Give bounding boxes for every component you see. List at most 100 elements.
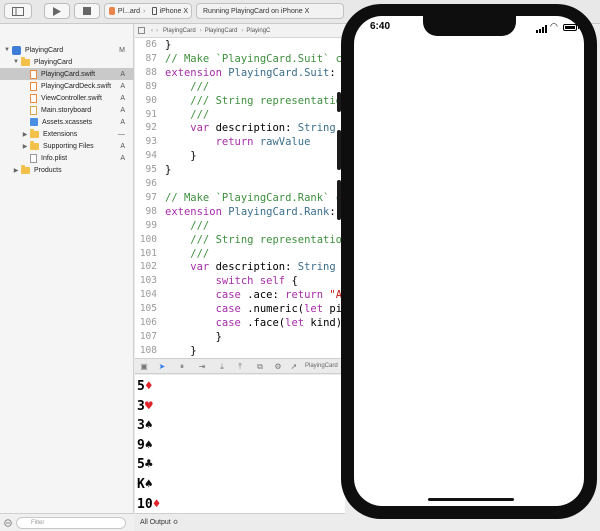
project-navigator: Filter ▼ PlayingCard M ▼ PlayingCard PlayingC… — [0, 24, 134, 531]
navigator-item[interactable]: ▼ PlayingCard M — [0, 44, 134, 56]
navigator-item[interactable]: Info.plist A — [0, 152, 134, 164]
disclosure-collapsed-icon[interactable]: ▶ — [12, 167, 20, 174]
disclosure-collapsed-icon[interactable]: ▶ — [21, 143, 29, 150]
pause-icon[interactable]: ⏸ — [177, 362, 187, 371]
navigator-item-label: Products — [34, 166, 62, 174]
code-line: 105 case .numeric(let pi — [135, 302, 345, 316]
disclosure-collapsed-icon[interactable]: ▶ — [21, 131, 29, 138]
step-out-icon[interactable]: ⤒ — [235, 362, 245, 371]
code-token: /// — [165, 108, 210, 121]
code-line: 86} — [135, 38, 345, 52]
jump-bar: ‹ › PlayingCard › PlayingCard › PlayingC — [135, 24, 345, 38]
folder-icon — [21, 56, 30, 66]
console-line: K♠ — [137, 475, 153, 495]
disclosure-expanded-icon[interactable]: ▼ — [12, 59, 20, 65]
console-line: 5♦ — [137, 377, 153, 397]
navigator-item[interactable]: ▶ Extensions — — [0, 128, 134, 140]
code-token: return — [285, 289, 330, 302]
navigator-item[interactable]: ▶ Products — [0, 164, 134, 176]
code-token: .face( — [247, 317, 286, 329]
card-rank: 5 — [137, 379, 145, 394]
console-line: 9♠ — [137, 436, 153, 456]
code-line: 99 /// — [135, 219, 345, 233]
jumpbar-crumb-folder[interactable]: PlayingCard — [205, 28, 238, 34]
code-token: /// — [165, 80, 210, 93]
code-line: 104 case .ace: return "A — [135, 288, 345, 302]
source-control-status: A — [120, 106, 125, 114]
forward-arrow-icon[interactable]: › — [156, 28, 158, 34]
jumpbar-crumb-project[interactable]: PlayingCard — [163, 28, 196, 34]
code-line: 96 — [135, 177, 345, 191]
line-number: 94 — [145, 150, 157, 162]
code-line: 94 } — [135, 149, 345, 163]
line-number: 105 — [139, 303, 157, 315]
card-suit: ♠ — [144, 418, 153, 434]
activity-status: Running PlayingCard on iPhone X — [196, 3, 344, 19]
code-line: 98 extension PlayingCard.Rank: — [135, 205, 345, 219]
asset-catalog-icon — [30, 118, 38, 126]
breakpoints-icon[interactable]: ➤ — [157, 362, 167, 371]
navigator-item[interactable]: PlayingCardDeck.swift A — [0, 80, 134, 92]
hide-debug-area-icon[interactable]: ▣ — [139, 362, 149, 371]
code-line: 102 var description: String — [135, 260, 345, 274]
source-editor[interactable]: 86} 87// Make `PlayingCard.Suit` c 88 exten… — [135, 38, 345, 358]
navigator-item[interactable]: Main.storyboard A — [0, 104, 134, 116]
navigator-item-label: PlayingCard.swift — [41, 70, 96, 78]
line-number: 101 — [139, 247, 157, 259]
code-token: description: — [215, 261, 298, 274]
line-number: 99 — [145, 219, 157, 231]
app-icon — [109, 7, 115, 15]
code-text: /// — [165, 80, 209, 94]
code-token: { — [291, 275, 298, 288]
scheme-selector[interactable]: Pl...ard › iPhone X — [104, 3, 192, 19]
line-number: 104 — [139, 289, 157, 301]
code-token: PlayingCard.Rank — [228, 205, 330, 218]
home-indicator[interactable] — [428, 498, 514, 501]
source-control-status: A — [120, 82, 125, 90]
step-over-icon[interactable]: ⇥ — [197, 362, 207, 371]
folder-icon — [30, 128, 39, 138]
code-token: switch self — [165, 275, 292, 288]
navigator-item[interactable]: ▼ PlayingCard — [0, 56, 134, 68]
code-token: : — [329, 66, 336, 79]
jumpbar-crumb-file[interactable]: PlayingC — [246, 28, 270, 34]
back-arrow-icon[interactable]: ‹ — [151, 28, 153, 34]
folder-icon — [21, 164, 30, 174]
memory-graph-icon[interactable]: ⚙ — [273, 362, 283, 371]
source-control-status: A — [120, 70, 125, 78]
code-token: return — [165, 136, 260, 149]
code-line: 101 /// — [135, 247, 345, 261]
navigator-item[interactable]: ▶ Supporting Files A — [0, 140, 134, 152]
code-token: case — [165, 303, 248, 316]
debug-bar: ▣ ➤ ⏸ ⇥ ⤓ ⤒ ⧉ ⚙ ➚ PlayingCard — [135, 358, 345, 374]
line-number: 86 — [145, 39, 157, 50]
navigator-toggle-button[interactable] — [4, 3, 32, 19]
navigator-item[interactable]: PlayingCard.swift A — [0, 68, 134, 80]
code-token: } — [165, 164, 172, 177]
output-filter-select[interactable]: All Output ≎ — [140, 518, 179, 526]
run-button[interactable] — [44, 3, 70, 19]
disclosure-expanded-icon[interactable]: ▼ — [3, 47, 11, 53]
code-token: } — [165, 344, 197, 357]
navigator-item[interactable]: Assets.xcassets A — [0, 116, 134, 128]
card-suit: ♦ — [144, 379, 153, 394]
swift-file-icon — [30, 93, 37, 103]
stop-button[interactable] — [74, 3, 100, 19]
line-number: 106 — [139, 317, 157, 328]
navigator-item[interactable]: ViewController.swift A — [0, 92, 134, 104]
related-items-icon[interactable] — [138, 27, 145, 34]
view-hierarchy-icon[interactable]: ⧉ — [255, 362, 265, 371]
debug-breadcrumb[interactable]: PlayingCard — [305, 363, 338, 369]
line-number: 90 — [145, 94, 157, 106]
navigator-filter-input[interactable]: Filter — [16, 517, 126, 529]
line-number: 108 — [139, 344, 157, 356]
step-in-icon[interactable]: ⤓ — [217, 362, 227, 371]
sensor-notch — [423, 14, 516, 36]
location-icon[interactable]: ➚ — [289, 362, 299, 371]
card-rank: 10 — [137, 496, 153, 512]
wifi-icon: ◠ — [550, 21, 558, 31]
simulator-screen[interactable] — [354, 16, 584, 506]
scheme-name: Pl...ard — [117, 7, 141, 15]
code-token: } — [165, 39, 172, 51]
navigator-item-label: Main.storyboard — [41, 106, 92, 114]
